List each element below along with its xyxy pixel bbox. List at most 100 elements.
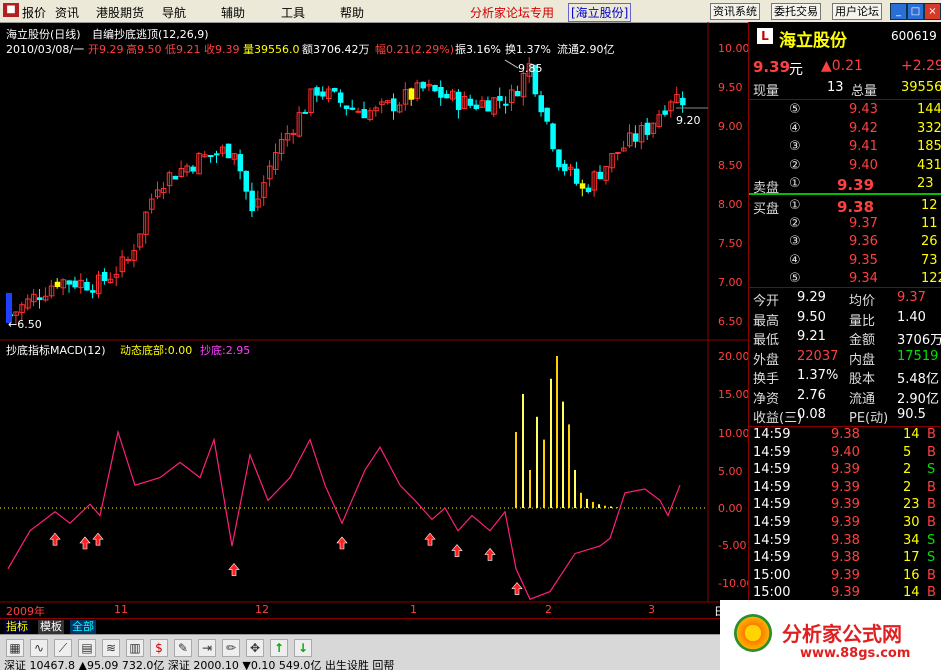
candle-body: [538, 95, 544, 113]
tick-price: 9.38: [831, 532, 860, 548]
stock-tag[interactable]: [海立股份]: [568, 3, 632, 22]
tab-indicators[interactable]: 指标: [4, 620, 30, 634]
candle-body: [467, 98, 474, 106]
tick-time: 14:59: [753, 550, 791, 566]
chart-icon[interactable]: ▥: [126, 639, 144, 657]
buy-arrow-icon: [511, 582, 523, 595]
menu-tools[interactable]: 工具: [281, 4, 305, 21]
watermark-logo: 分析家公式网 www.88gs.com: [720, 600, 941, 670]
candle-body: [550, 123, 556, 150]
arrow-up-icon[interactable]: ↑: [270, 639, 288, 657]
tick-volume: 14: [903, 585, 920, 601]
tick-row: 14:59 9.39 23 B: [749, 497, 941, 515]
export-icon[interactable]: ⇥: [198, 639, 216, 657]
arrow-down-icon[interactable]: ↓: [294, 639, 312, 657]
dollar-icon[interactable]: $: [150, 639, 168, 657]
tick-row: 14:59 9.39 2 S: [749, 462, 941, 480]
tick-row: 14:59 9.38 14 B: [749, 427, 941, 445]
tick-time: 15:00: [753, 567, 791, 583]
candle-body: [556, 149, 562, 168]
sell-price: 9.41: [849, 139, 878, 154]
candle-body: [314, 87, 320, 96]
maximize-icon[interactable]: □: [907, 3, 924, 20]
volume-value: 量39556.0: [243, 43, 300, 56]
grid-icon[interactable]: ▦: [6, 639, 24, 657]
candle-body: [66, 280, 72, 285]
divider: [749, 287, 941, 288]
chart-canvas[interactable]: [0, 22, 748, 618]
stat-label: 均价: [849, 294, 876, 309]
tick-time: 14:59: [753, 427, 791, 442]
sell-volume: 144: [917, 102, 941, 117]
stat-value: 1.37%: [797, 368, 839, 383]
news-system-button[interactable]: 资讯系统: [710, 3, 760, 20]
price-tick: 6.50: [718, 315, 743, 328]
stat-value: 9.29: [797, 290, 826, 305]
trend-icon[interactable]: ⟋: [54, 639, 72, 657]
stat-value: 2.90亿: [897, 391, 939, 407]
macd-dynamic-bottom: 动态底部:0.00: [120, 344, 193, 357]
tick-row: 14:59 9.40 5 B: [749, 445, 941, 463]
candle-body: [101, 271, 108, 282]
buy-arrow-icon: [484, 547, 496, 561]
candle-body: [249, 190, 255, 212]
tick-time: 14:59: [753, 479, 791, 495]
buy-level-row: ③ 9.36 26: [749, 234, 941, 252]
candle-body: [72, 280, 78, 288]
tools-icon[interactable]: ✎: [174, 639, 192, 657]
price-change-pct: +2.29: [901, 58, 941, 74]
menu-navigation[interactable]: 导航: [162, 4, 186, 21]
menu-assist[interactable]: 辅助: [221, 4, 245, 21]
last-price-marker: 9.20: [676, 114, 701, 127]
candle-body: [320, 91, 326, 97]
price-tick: 7.00: [718, 276, 743, 289]
candle-body: [485, 100, 491, 112]
forum-button[interactable]: 用户论坛: [832, 3, 882, 20]
sell-level-row: ② 9.40 431: [749, 158, 941, 176]
time-label: 2009年: [6, 605, 45, 618]
stat-value: 5.48亿: [897, 372, 939, 387]
tick-side: B: [927, 515, 936, 530]
stat-value: 3706万: [897, 333, 941, 348]
price-tick: 8.50: [718, 159, 743, 172]
tick-side: B: [927, 585, 936, 601]
macd-line: [7, 429, 681, 600]
stat-label: 今开: [753, 294, 780, 309]
peak-annotation: 9.85: [518, 62, 543, 75]
tab-templates[interactable]: 模板: [38, 620, 64, 634]
bars-icon[interactable]: ▤: [78, 639, 96, 657]
candle-body: [332, 88, 338, 92]
time-label: 3: [648, 603, 655, 616]
candle-body: [497, 95, 503, 101]
kline-indicator: 自编抄底逃顶(12,26,9): [92, 28, 209, 41]
sell-level: ④: [789, 120, 801, 136]
sell-volume: 23: [917, 176, 934, 191]
minimize-icon[interactable]: _: [890, 3, 907, 20]
tick-row: 14:59 9.39 30 B: [749, 515, 941, 533]
menu-news[interactable]: 资讯: [55, 4, 79, 21]
watermark-url: www.88gs.com: [800, 646, 911, 661]
menu-quote[interactable]: 报价: [22, 4, 46, 21]
buy-price: 9.37: [849, 216, 878, 232]
pencil-icon[interactable]: ✏: [222, 639, 240, 657]
menu-help[interactable]: 帮助: [340, 4, 364, 21]
sell-level-row: ③ 9.41 185: [749, 139, 941, 157]
chart-area[interactable]: 海立股份(日线) 自编抄底逃顶(12,26,9) 2010/03/08/一 开9…: [0, 22, 753, 618]
tab-all[interactable]: 全部: [70, 620, 96, 634]
stat-row: 最低 9.21 金额 3706万: [749, 329, 941, 348]
move-icon[interactable]: ✥: [246, 639, 264, 657]
current-vol: 13: [827, 80, 844, 95]
wave-icon[interactable]: ∿: [30, 639, 48, 657]
candle-body: [544, 107, 550, 122]
macd-bottom-value: 抄底:2.95: [200, 344, 251, 357]
buy-level: ⑤: [789, 270, 801, 286]
menu-hk-futures[interactable]: 港股期货: [96, 4, 144, 21]
candle-body: [579, 183, 586, 189]
compare-icon[interactable]: ≋: [102, 639, 120, 657]
close-icon[interactable]: ×: [924, 3, 941, 20]
stat-row: 今开 9.29 均价 9.37: [749, 290, 941, 309]
stat-value: 9.21: [797, 329, 826, 344]
sell-price: 9.40: [849, 157, 878, 173]
trade-button[interactable]: 委托交易: [771, 3, 821, 20]
buy-level: ①: [789, 198, 801, 213]
